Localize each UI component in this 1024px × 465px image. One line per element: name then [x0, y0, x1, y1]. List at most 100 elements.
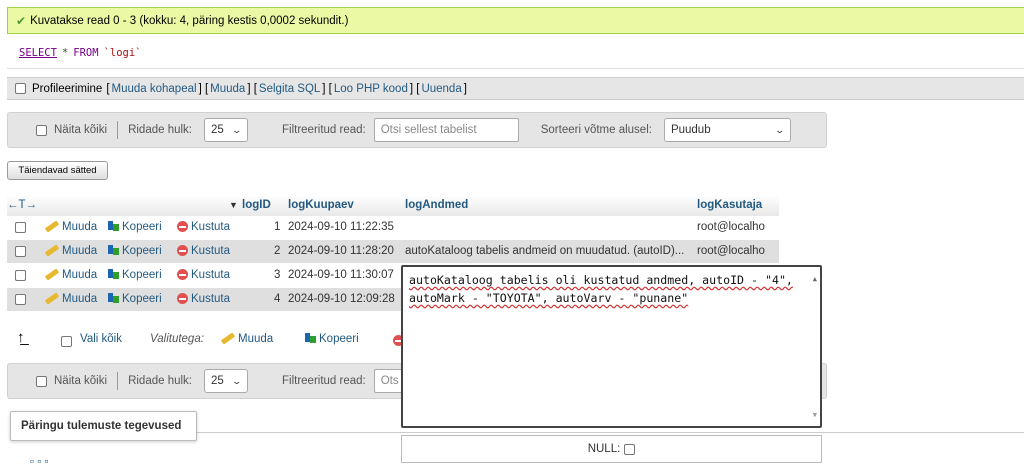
profiling-label: Profileerimine: [32, 82, 103, 95]
column-header-logkuupaev[interactable]: logKuupaev: [288, 199, 354, 211]
table-row: Muuda Kopeeri Kustuta 1 2024-09-10 11:22…: [7, 216, 779, 239]
inline-edit-textarea[interactable]: ▲ autoKataloog tabelis oli kustatud andm…: [401, 265, 822, 428]
rows-count-select[interactable]: 25 ⌄: [204, 118, 248, 142]
cell-logkasutaja[interactable]: root@localho: [697, 221, 765, 233]
show-all-checkbox[interactable]: [36, 124, 47, 136]
check-icon: ✔: [16, 13, 27, 28]
sql-keyword-from: FROM: [73, 46, 99, 59]
null-label: NULL:: [587, 443, 621, 455]
pencil-icon: [220, 332, 236, 346]
sql-query-box: SELECT * FROM `logi`: [7, 37, 1024, 69]
textarea-content: autoKataloog tabelis oli kustatud andmed…: [409, 273, 793, 305]
chevron-down-icon: ⌄: [774, 124, 786, 135]
table-header: ←T→ ▼ logID logKuupaev logAndmed logKasu…: [7, 195, 779, 216]
sql-star: *: [61, 46, 69, 59]
delete-icon: [177, 245, 188, 257]
divider: [117, 372, 119, 390]
cell-logkuupaev[interactable]: 2024-09-10 12:09:28: [288, 293, 395, 305]
rows-label: Ridade hulk:: [128, 375, 192, 387]
edit-row-button[interactable]: Muuda: [44, 220, 97, 234]
copy-row-button[interactable]: Kopeeri: [108, 221, 162, 233]
extra-options-button[interactable]: Täiendavad sätted: [7, 161, 108, 180]
delete-row-button[interactable]: Kustuta: [177, 293, 230, 305]
column-header-logkasutaja[interactable]: logKasutaja: [697, 199, 762, 211]
column-resize-arrows[interactable]: ←T→: [7, 199, 37, 211]
arrow-up-icon: ↑̲: [17, 329, 25, 346]
cell-logkuupaev[interactable]: 2024-09-10 11:28:20: [288, 245, 394, 257]
scroll-down-icon[interactable]: ▼: [813, 406, 817, 424]
cell-logkuupaev[interactable]: 2024-09-10 11:30:07: [288, 269, 394, 281]
success-text: Kuvatakse read 0 - 3 (kokku: 4, päring k…: [30, 14, 349, 27]
pencil-icon: [44, 292, 60, 306]
edit-row-button[interactable]: Muuda: [44, 292, 97, 306]
pencil-icon: [44, 244, 60, 258]
copy-row-button[interactable]: Kopeeri: [108, 245, 162, 257]
with-selected-label: Valitutega:: [150, 333, 204, 345]
delete-row-button[interactable]: Kustuta: [177, 221, 230, 233]
refresh-link[interactable]: Uuenda: [421, 83, 461, 95]
sort-desc-icon[interactable]: ▼: [229, 200, 238, 210]
row-checkbox[interactable]: [15, 270, 26, 281]
row-checkbox[interactable]: [15, 246, 26, 257]
chevron-down-icon: ⌄: [231, 124, 243, 135]
success-message: ✔ Kuvatakse read 0 - 3 (kokku: 4, päring…: [7, 7, 1024, 34]
chevron-down-icon: ⌄: [231, 375, 243, 386]
explain-sql-link[interactable]: Selgita SQL: [259, 83, 320, 95]
show-all-label[interactable]: Näita kõiki: [54, 375, 107, 387]
delete-icon: [177, 293, 188, 305]
cell-logandmed[interactable]: autoKataloog tabelis andmeid on muudatud…: [405, 245, 684, 257]
profiling-checkbox[interactable]: [15, 83, 26, 94]
rows-label: Ridade hulk:: [128, 124, 192, 136]
cell-logkuupaev[interactable]: 2024-09-10 11:22:35: [288, 221, 394, 233]
cell-logid[interactable]: 1: [274, 221, 280, 233]
partial-link[interactable]: ▫ ▫ ▫: [30, 456, 49, 465]
select-all-checkbox[interactable]: [61, 336, 72, 347]
filter-rows-input[interactable]: Otsi sellest tabelist: [373, 118, 519, 142]
copy-icon: [305, 333, 316, 344]
copy-icon: [108, 293, 119, 304]
select-all-label[interactable]: Vali kõik: [80, 333, 122, 345]
copy-icon: [108, 221, 119, 232]
sql-keyword-select[interactable]: SELECT: [19, 47, 57, 59]
pencil-icon: [44, 268, 60, 282]
null-checkbox[interactable]: [624, 443, 636, 455]
bulk-edit-button[interactable]: Muuda: [220, 332, 273, 346]
delete-row-button[interactable]: Kustuta: [177, 245, 230, 257]
row-checkbox[interactable]: [15, 294, 26, 305]
divider: [197, 432, 1024, 433]
null-field: NULL:: [401, 435, 822, 463]
delete-row-button[interactable]: Kustuta: [177, 269, 230, 281]
filter-label: Filtreeritud read:: [282, 124, 366, 136]
sort-label: Sorteeri võtme alusel:: [540, 124, 652, 136]
row-checkbox[interactable]: [15, 222, 26, 233]
column-header-logid[interactable]: logID: [242, 199, 271, 211]
bulk-actions: ↑̲ Vali kõik Valitutega: Muuda Kopeeri: [7, 329, 407, 350]
divider: [117, 121, 119, 139]
sort-key-select[interactable]: Puudub ⌄: [663, 118, 791, 142]
show-all-checkbox[interactable]: [36, 375, 47, 387]
bulk-copy-button[interactable]: Kopeeri: [305, 333, 359, 345]
create-php-code-link[interactable]: Loo PHP kood: [334, 83, 408, 95]
edit-row-button[interactable]: Muuda: [44, 244, 97, 258]
cell-logkasutaja[interactable]: root@localho: [697, 245, 765, 257]
cell-logid[interactable]: 4: [274, 293, 280, 305]
delete-icon: [177, 269, 188, 281]
rows-count-select[interactable]: 25 ⌄: [204, 369, 248, 393]
show-all-label[interactable]: Näita kõiki: [54, 124, 107, 136]
sql-table-name: `logi`: [103, 46, 142, 59]
edit-row-button[interactable]: Muuda: [44, 268, 97, 282]
table-row: Muuda Kopeeri Kustuta 2 2024-09-10 11:28…: [7, 240, 779, 263]
query-results-operations-heading: Päringu tulemuste tegevused: [10, 411, 197, 441]
copy-icon: [108, 245, 119, 256]
edit-inline-link[interactable]: Muuda kohapeal: [112, 83, 197, 95]
scroll-up-icon[interactable]: ▲: [813, 270, 817, 288]
cell-logid[interactable]: 3: [274, 269, 280, 281]
copy-row-button[interactable]: Kopeeri: [108, 269, 162, 281]
profiling-bar: Profileerimine [ Muuda kohapeal ] [ Muud…: [7, 77, 1024, 100]
copy-row-button[interactable]: Kopeeri: [108, 293, 162, 305]
cell-logid[interactable]: 2: [274, 245, 280, 257]
pencil-icon: [44, 220, 60, 234]
edit-link[interactable]: Muuda: [210, 83, 245, 95]
table-navigation-top: Näita kõiki Ridade hulk: 25 ⌄ Filtreerit…: [7, 112, 827, 148]
column-header-logandmed[interactable]: logAndmed: [405, 199, 468, 211]
